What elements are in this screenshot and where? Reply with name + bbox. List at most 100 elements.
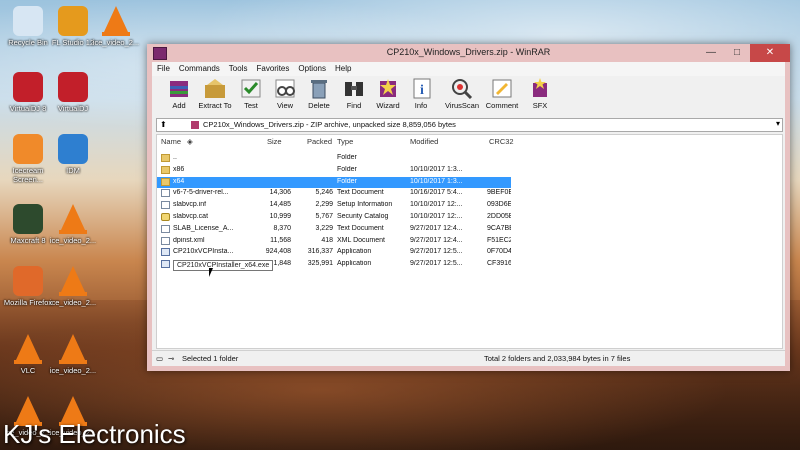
- status-right: Total 2 folders and 2,033,984 bytes in 7…: [484, 354, 631, 363]
- menu-favorites[interactable]: Favorites: [251, 62, 293, 73]
- folder-icon: [161, 177, 170, 186]
- comment-button[interactable]: Comment: [484, 77, 520, 110]
- winrar-window: CP210x_Windows_Drivers.zip - WinRAR — □ …: [147, 44, 790, 371]
- fl-studio-icon: [58, 6, 88, 36]
- column-modified[interactable]: Modified: [410, 137, 438, 146]
- svg-text:i: i: [420, 83, 424, 98]
- close-button[interactable]: ✕: [750, 44, 790, 62]
- address-text: CP210x_Windows_Drivers.zip - ZIP archive…: [203, 120, 456, 129]
- desktop-icon[interactable]: ice_video_2...: [88, 6, 144, 47]
- wizard-button[interactable]: Wizard: [374, 77, 402, 110]
- view-button[interactable]: View: [272, 77, 298, 110]
- file-modified: 10/10/2017 12:...: [410, 201, 463, 209]
- filename-tooltip: CP210xVCPInstaller_x64.exe: [173, 260, 274, 271]
- menu-commands[interactable]: Commands: [174, 62, 224, 73]
- desktop-icon-label: ice_video_2...: [49, 236, 97, 245]
- minimize-button[interactable]: —: [698, 44, 724, 62]
- drive-icon: ▭: [156, 354, 164, 363]
- file-crc: 093D6ED4: [487, 201, 511, 209]
- add-button[interactable]: Add: [164, 77, 194, 110]
- sfx-icon: [528, 77, 552, 99]
- desktop-icon-label: Mozilla Firefox: [3, 298, 53, 307]
- file-packed: 5,246: [315, 189, 333, 197]
- file-packed: 325,991: [307, 260, 333, 268]
- file-row[interactable]: slabvcp.inf 14,485 2,299 Setup Information 1…: [157, 200, 511, 211]
- sfx-button[interactable]: SFX: [528, 77, 552, 110]
- desktop-icon[interactable]: VirtualDJ: [45, 72, 101, 113]
- catalog-icon: [161, 213, 170, 221]
- file-list[interactable]: Name ◈ Size Packed Type Modified CRC32 .…: [156, 134, 783, 349]
- file-type: Folder: [337, 154, 357, 161]
- application-icon: [161, 248, 170, 257]
- file-name: SLAB_License_A...: [173, 224, 234, 232]
- file-name: slabvcp.inf: [173, 201, 207, 209]
- file-modified: 9/27/2017 12:5...: [410, 248, 463, 256]
- file-row[interactable]: slabvcp.cat 10,999 5,767 Security Catalog 10…: [157, 212, 511, 223]
- zip-archive-icon: [191, 121, 199, 129]
- test-button[interactable]: Test: [238, 77, 264, 110]
- vlc-cone-icon: [58, 266, 88, 296]
- menu-bar: File Commands Tools Favorites Options Help: [152, 62, 785, 76]
- menu-file[interactable]: File: [152, 62, 174, 73]
- info-icon: i: [410, 77, 434, 99]
- find-icon: [342, 77, 366, 99]
- document-icon: [161, 236, 170, 245]
- column-crc32[interactable]: CRC32: [489, 137, 514, 146]
- file-crc: 2DD05B38: [487, 213, 511, 220]
- delete-button[interactable]: Delete: [306, 77, 332, 110]
- file-type: Security Catalog: [337, 213, 389, 220]
- file-modified: 9/27/2017 12:5...: [410, 260, 463, 268]
- vlc-cone-icon: [58, 204, 88, 234]
- delete-icon: [307, 77, 331, 99]
- file-name: x64: [173, 177, 185, 185]
- document-icon: [161, 224, 170, 233]
- file-row[interactable]: .. Folder: [157, 153, 511, 164]
- column-name[interactable]: Name: [161, 137, 181, 146]
- application-icon: [161, 260, 170, 269]
- add-archive-icon: [167, 77, 191, 99]
- file-row[interactable]: x86 Folder 10/10/2017 1:3...: [157, 165, 511, 176]
- status-left: Selected 1 folder: [182, 354, 239, 363]
- vlc-cone-icon: [13, 334, 43, 364]
- up-folder-icon[interactable]: ⬆: [160, 120, 170, 129]
- file-size: 14,485: [269, 201, 291, 209]
- file-name: dpinst.xml: [173, 236, 205, 244]
- virusscan-button[interactable]: VirusScan: [444, 77, 480, 110]
- desktop-icon-label: VirtualDJ: [57, 104, 89, 113]
- desktop-icon[interactable]: IDM: [45, 134, 101, 175]
- menu-options[interactable]: Options: [293, 62, 330, 73]
- comment-icon: [490, 77, 514, 99]
- file-crc: 0F70D442: [487, 248, 511, 256]
- file-row[interactable]: dpinst.xml 11,568 418 XML Document 9/27/2017…: [157, 236, 511, 247]
- desktop-icon[interactable]: VLC: [0, 334, 56, 375]
- column-packed[interactable]: Packed: [307, 137, 332, 146]
- address-dropdown-icon[interactable]: ▾: [776, 119, 780, 128]
- file-type: Application: [337, 248, 372, 256]
- desktop-icon[interactable]: ice_video_2...: [45, 204, 101, 245]
- file-crc: CF391600: [487, 260, 511, 268]
- file-size: 14,306: [269, 189, 291, 197]
- file-row[interactable]: v6-7-5-driver-rel... 14,306 5,246 Text Docu…: [157, 188, 511, 199]
- file-row[interactable]: SLAB_License_A... 8,370 3,229 Text Document…: [157, 224, 511, 235]
- column-type[interactable]: Type: [337, 137, 353, 146]
- menu-tools[interactable]: Tools: [224, 62, 252, 73]
- info-button[interactable]: i Info: [410, 77, 432, 110]
- file-row[interactable]: x64 Folder 10/10/2017 1:3...: [157, 176, 511, 188]
- file-packed: 2,299: [315, 201, 333, 209]
- file-type: Text Document: [337, 189, 384, 197]
- find-button[interactable]: Find: [342, 77, 366, 110]
- desktop-icon-label: IDM: [66, 166, 80, 175]
- file-packed: 316,337: [307, 248, 333, 256]
- extract-to-button[interactable]: Extract To: [197, 77, 233, 110]
- maximize-button[interactable]: □: [724, 44, 750, 62]
- menu-help[interactable]: Help: [330, 62, 355, 73]
- title-bar[interactable]: CP210x_Windows_Drivers.zip - WinRAR — □ …: [147, 44, 790, 62]
- firefox-icon: [13, 266, 43, 296]
- desktop-icon[interactable]: Mozilla Firefox: [0, 266, 56, 307]
- address-bar[interactable]: ⬆ CP210x_Windows_Drivers.zip - ZIP archi…: [156, 118, 783, 132]
- file-name: v6-7-5-driver-rel...: [173, 189, 229, 197]
- file-modified: 9/27/2017 12:4...: [410, 236, 463, 244]
- file-row[interactable]: CP210xVCPInsta... 924,408 316,337 Applicati…: [157, 247, 511, 258]
- file-type: Folder: [337, 177, 357, 185]
- column-size[interactable]: Size: [267, 137, 282, 146]
